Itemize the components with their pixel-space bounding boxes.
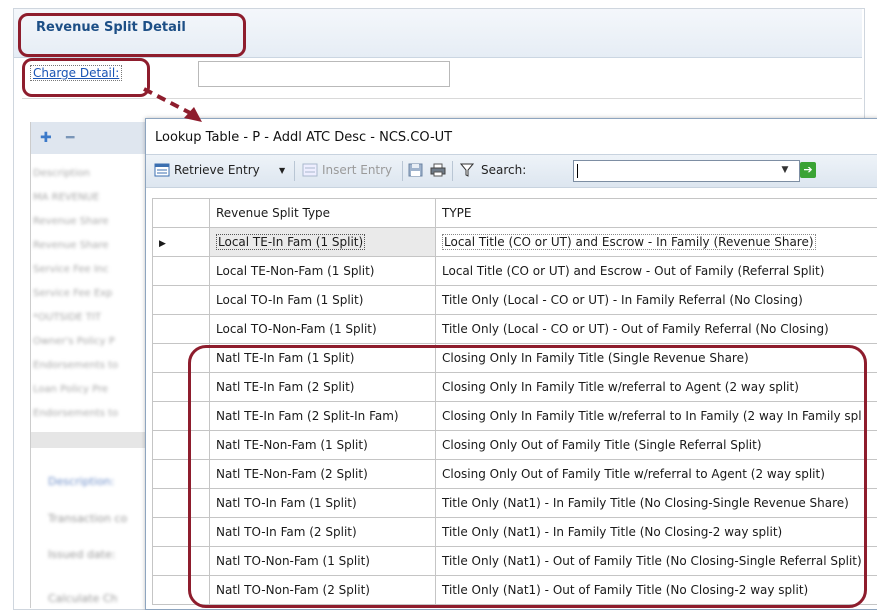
- remove-icon[interactable]: ━: [66, 130, 74, 146]
- row-indicator[interactable]: [153, 257, 210, 286]
- highlight-title: [18, 13, 246, 57]
- background-list-item[interactable]: MA REVENUE: [33, 192, 145, 210]
- cell-type[interactable]: Local Title (CO or UT) and Escrow - In F…: [436, 228, 877, 257]
- toolbar-separator: [294, 161, 295, 181]
- filter-icon[interactable]: [460, 163, 474, 180]
- cell-type[interactable]: Title Only (Local - CO or UT) - In Famil…: [436, 286, 877, 315]
- retrieve-entry-button[interactable]: Retrieve Entry: [174, 163, 260, 177]
- insert-entry-button[interactable]: Insert Entry: [322, 163, 392, 177]
- cell-revenue-split-type[interactable]: Local TE-In Fam (1 Split): [210, 228, 436, 257]
- grid-header-row: Revenue Split Type TYPE: [153, 199, 877, 228]
- table-row[interactable]: Local TO-In Fam (1 Split) Title Only (Loc…: [153, 286, 877, 315]
- row-indicator-header: [153, 199, 210, 228]
- cell-text: Local TE-Non-Fam (1 Split): [216, 264, 375, 278]
- charge-detail-field[interactable]: [198, 61, 450, 87]
- add-icon[interactable]: ✚: [40, 130, 52, 146]
- current-row-icon: ▶: [159, 239, 166, 249]
- table-row[interactable]: Local TE-Non-Fam (1 Split) Local Title (C…: [153, 257, 877, 286]
- background-list-item[interactable]: Service Fee Exp: [33, 288, 145, 306]
- cell-text: Local TO-Non-Fam (1 Split): [216, 322, 377, 336]
- annotation-arrow: [140, 85, 220, 135]
- row-indicator[interactable]: [153, 315, 210, 344]
- text-caret: [577, 164, 578, 178]
- dialog-titlebar: Lookup Table - P - Addl ATC Desc - NCS.C…: [146, 119, 877, 153]
- background-list-item[interactable]: Endorsements to: [33, 360, 145, 378]
- cell-text: Local Title (CO or UT) and Escrow - Out …: [442, 264, 824, 278]
- column-header-revenue-split-type[interactable]: Revenue Split Type: [210, 199, 436, 228]
- search-dropdown-icon[interactable]: ▼: [778, 161, 792, 179]
- search-label: Search:: [481, 163, 526, 177]
- cell-type[interactable]: Local Title (CO or UT) and Escrow - Out …: [436, 257, 877, 286]
- toolbar-separator: [452, 161, 453, 181]
- background-list-item[interactable]: Revenue Share: [33, 240, 145, 258]
- insert-entry-icon: [302, 163, 318, 180]
- search-go-icon[interactable]: ➔: [800, 162, 816, 178]
- highlight-natl-rows: [188, 345, 867, 608]
- description-link[interactable]: Description:: [48, 475, 114, 488]
- cell-text: Title Only (Local - CO or UT) - Out of F…: [442, 322, 829, 336]
- transaction-code-label: Transaction co: [48, 512, 127, 525]
- cell-text: Title Only (Local - CO or UT) - In Famil…: [442, 293, 803, 307]
- row-indicator[interactable]: ▶: [153, 228, 210, 257]
- retrieve-entry-icon[interactable]: [154, 163, 170, 180]
- background-list-item[interactable]: Owner's Policy P: [33, 336, 145, 354]
- background-list-item[interactable]: Service Fee Inc: [33, 264, 145, 282]
- table-row[interactable]: ▶ Local TE-In Fam (1 Split) Local Title (C…: [153, 228, 877, 257]
- row-indicator[interactable]: [153, 286, 210, 315]
- dialog-toolbar: Retrieve Entry ▼ Insert Entry Search: ▼ …: [146, 154, 877, 188]
- search-input[interactable]: [573, 160, 800, 182]
- retrieve-dropdown-icon[interactable]: ▼: [279, 166, 285, 175]
- cell-type[interactable]: Title Only (Local - CO or UT) - Out of F…: [436, 315, 877, 344]
- background-list-item[interactable]: Description: [33, 168, 145, 186]
- save-icon[interactable]: [408, 163, 423, 180]
- issued-date-label: Issued date:: [48, 548, 115, 561]
- cell-text: Local TO-In Fam (1 Split): [216, 293, 363, 307]
- cell-text: Local TE-In Fam (1 Split): [216, 234, 365, 250]
- print-icon[interactable]: [430, 163, 446, 180]
- cell-revenue-split-type[interactable]: Local TO-Non-Fam (1 Split): [210, 315, 436, 344]
- toolbar-separator: [402, 161, 403, 181]
- background-list-item[interactable]: *OUTSIDE TIT: [33, 312, 145, 330]
- column-header-type[interactable]: TYPE: [436, 199, 877, 228]
- background-scrollbar[interactable]: [31, 432, 150, 448]
- table-row[interactable]: Local TO-Non-Fam (1 Split) Title Only (Lo…: [153, 315, 877, 344]
- background-list-item[interactable]: Loan Policy Pre: [33, 384, 145, 402]
- cell-revenue-split-type[interactable]: Local TE-Non-Fam (1 Split): [210, 257, 436, 286]
- cell-revenue-split-type[interactable]: Local TO-In Fam (1 Split): [210, 286, 436, 315]
- calculate-charges-label: Calculate Ch: [48, 592, 118, 605]
- cell-text: Local Title (CO or UT) and Escrow - In F…: [442, 234, 816, 250]
- background-list-item[interactable]: Endorsements to: [33, 408, 145, 426]
- background-list-item[interactable]: Revenue Share: [33, 216, 145, 234]
- highlight-charge-detail: [22, 58, 150, 97]
